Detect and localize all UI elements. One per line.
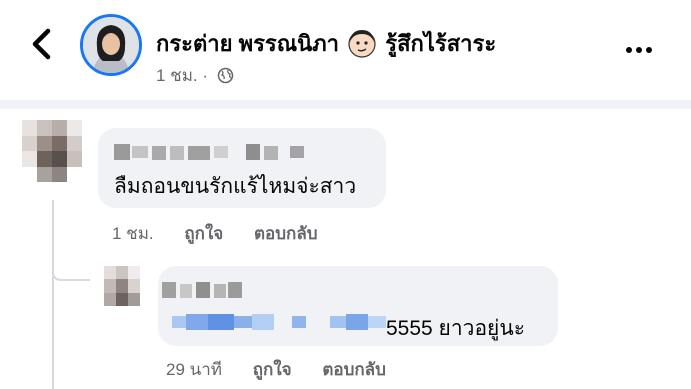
section-divider — [0, 100, 691, 109]
feeling-status: รู้สึกไร้สาระ — [385, 31, 497, 56]
reply-bubble[interactable]: 5555 ยาวอยู่นะ — [158, 266, 558, 346]
replier-avatar-blurred[interactable] — [104, 266, 140, 306]
chevron-left-icon — [32, 28, 51, 60]
post-meta: 1 ชม. · — [156, 62, 234, 89]
more-options-button[interactable] — [626, 40, 656, 58]
reply-text: 5555 ยาวอยู่นะ — [386, 317, 525, 340]
feeling-emoji-icon — [348, 30, 376, 58]
back-button[interactable] — [28, 28, 54, 60]
globe-icon — [217, 67, 234, 84]
commenter-avatar-blurred[interactable] — [22, 120, 82, 182]
reply-button[interactable]: ตอบกลับ — [254, 224, 318, 243]
more-dot-icon — [636, 47, 642, 53]
reply-actions: 29 นาที ถูกใจ ตอบกลับ — [166, 356, 386, 383]
comment-actions: 1 ชม. ถูกใจ ตอบกลับ — [112, 220, 318, 247]
more-dot-icon — [626, 47, 632, 53]
comment-text: ลืมถอนขนรักแร้ไหมจ่ะสาว — [114, 175, 357, 198]
meta-separator: · — [202, 66, 209, 85]
commenter-name-blurred[interactable] — [114, 142, 308, 162]
reply-like-button[interactable]: ถูกใจ — [253, 360, 292, 379]
like-button[interactable]: ถูกใจ — [184, 224, 223, 243]
post-header: กระต่าย พรรณนิภา รู้สึกไร้สาระ 1 ชม. · — [0, 0, 691, 92]
more-dot-icon — [646, 47, 652, 53]
author-line: กระต่าย พรรณนิภา รู้สึกไร้สาระ — [156, 26, 496, 61]
post-time[interactable]: 1 ชม. — [156, 66, 198, 85]
thread-connector — [52, 258, 90, 281]
mentioned-name-blurred[interactable] — [172, 312, 386, 332]
author-name[interactable]: กระต่าย พรรณนิภา — [156, 31, 339, 56]
author-avatar[interactable] — [80, 14, 142, 76]
reply-time[interactable]: 29 นาที — [166, 360, 222, 379]
thread-line — [52, 200, 54, 389]
replier-name-blurred[interactable] — [162, 280, 242, 300]
reply-reply-button[interactable]: ตอบกลับ — [322, 360, 386, 379]
comment-time[interactable]: 1 ชม. — [112, 224, 154, 243]
comment-bubble[interactable]: ลืมถอนขนรักแร้ไหมจ่ะสาว — [98, 128, 386, 208]
